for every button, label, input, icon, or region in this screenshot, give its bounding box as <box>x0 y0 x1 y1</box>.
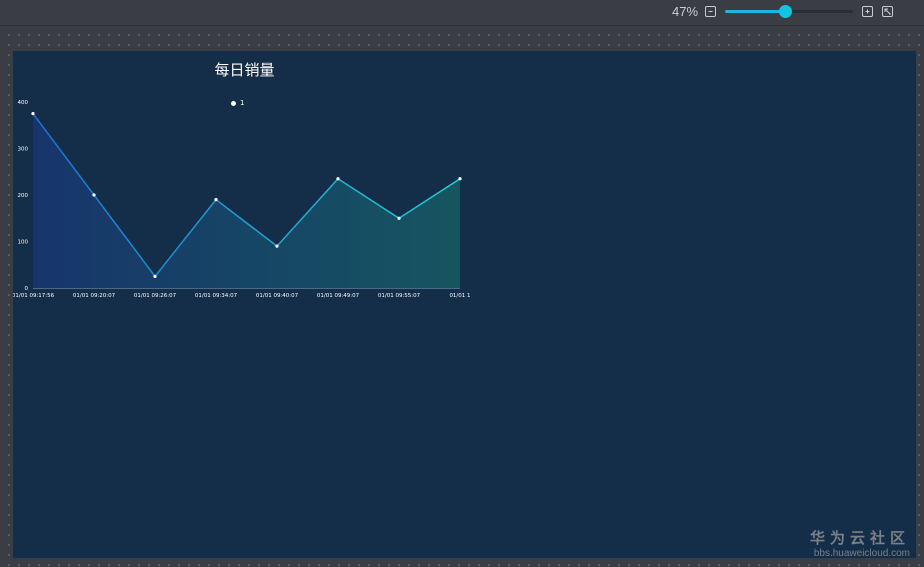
data-point <box>31 112 35 116</box>
dashboard-canvas: 0 100 200 300 400 01/01 09:17:56 01/01 09:20:0… <box>13 51 916 558</box>
zoom-percent: 47% <box>672 4 699 19</box>
x-tick-label: 01/01 09:26:07 <box>134 293 177 299</box>
x-tick-label: 01/01 1 <box>449 293 470 299</box>
y-tick-label: 100 <box>18 240 29 246</box>
watermark-url: bbs.huaweicloud.com <box>813 548 910 559</box>
x-tick-label: 01/01 09:49:07 <box>317 293 360 299</box>
data-point <box>275 244 279 248</box>
y-tick-label: 200 <box>18 193 29 199</box>
x-tick-label: 01/01 09:17:56 <box>13 293 55 299</box>
top-toolbar: 47% <box>0 0 924 26</box>
data-point <box>214 198 218 202</box>
zoom-slider[interactable] <box>725 5 853 18</box>
data-point <box>458 177 462 181</box>
x-tick-label: 01/01 09:40:07 <box>256 293 299 299</box>
legend-label: 1 <box>240 99 245 107</box>
watermark: 华为云社区 bbs.huaweicloud.com <box>810 527 910 559</box>
data-point <box>92 193 96 197</box>
chart-title: 每日销量 <box>214 61 275 79</box>
sales-chart: 0 100 200 300 400 01/01 09:17:56 01/01 09:20:0… <box>13 100 471 299</box>
chart-legend[interactable]: 1 <box>231 98 244 108</box>
y-tick-label: 300 <box>18 147 29 153</box>
y-tick-label: 400 <box>18 100 29 106</box>
legend-marker <box>231 100 236 106</box>
data-point <box>153 274 157 278</box>
zoom-slider-knob[interactable] <box>779 5 793 18</box>
data-point <box>397 216 401 220</box>
zoom-out-icon[interactable] <box>705 6 716 17</box>
series-area <box>33 113 460 288</box>
fullscreen-icon[interactable] <box>882 6 893 17</box>
y-tick-label: 0 <box>25 286 29 292</box>
x-tick-label: 01/01 09:34:07 <box>195 293 238 299</box>
x-tick-label: 01/01 09:20:07 <box>73 293 116 299</box>
zoom-in-icon[interactable] <box>862 6 873 17</box>
watermark-name: 华为云社区 <box>809 529 910 547</box>
x-tick-label: 01/01 09:55:07 <box>378 293 421 299</box>
data-point <box>336 177 340 181</box>
zoom-slider-fill <box>725 10 786 13</box>
